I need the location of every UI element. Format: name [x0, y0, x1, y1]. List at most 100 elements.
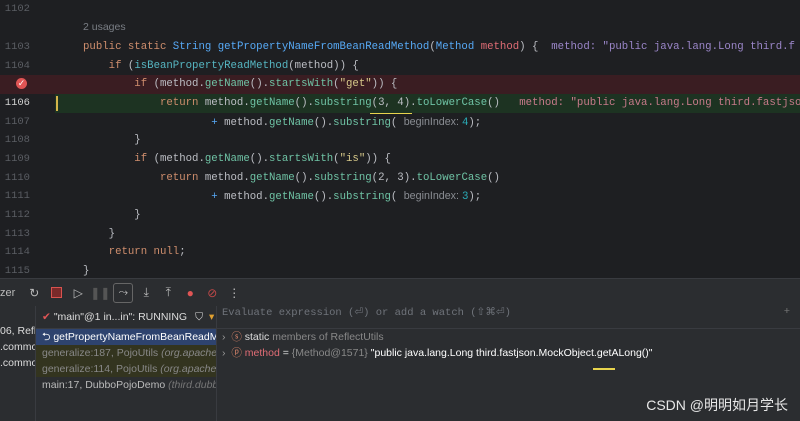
expand-icon[interactable]: ›	[222, 347, 231, 359]
debug-tab-label[interactable]: zer	[0, 287, 15, 299]
code-text: if (isBeanPropertyReadMethod(method)) {	[83, 57, 359, 76]
code-text: public static String getPropertyNameFrom…	[83, 38, 795, 57]
code-token: ().	[294, 172, 314, 184]
code-token: method	[480, 41, 520, 53]
code-token: toLowerCase	[416, 172, 488, 184]
code-token: );	[468, 191, 482, 203]
code-token: substring	[313, 97, 372, 109]
frames-list: ✔ "main"@1 in...in": RUNNING ⛉ ▾ ⮌ getPr…	[35, 306, 217, 421]
frame-item[interactable]: generalize:187, PojoUtils (org.apache	[36, 345, 216, 361]
code-text: return method.getName().substring(2, 3).…	[83, 169, 500, 188]
code-token: method.	[204, 172, 250, 184]
code-token: )) {	[371, 78, 398, 90]
code-token: method: "public java.lang.Long third.fas…	[519, 97, 800, 109]
code-token: return null	[83, 246, 180, 258]
line-number[interactable]: 1108	[0, 134, 30, 146]
stop-icon[interactable]	[47, 284, 65, 302]
code-line[interactable]: 1111 + method.getName().substring( begin…	[0, 187, 800, 206]
pause-icon[interactable]: ❚❚	[90, 284, 110, 302]
step-over-icon[interactable]: ⤳	[113, 282, 134, 303]
var-name: static	[244, 331, 270, 343]
frame-method: generalize:187, PojoUtils	[42, 347, 162, 359]
code-token: if	[83, 153, 154, 165]
line-number[interactable]: 1104	[0, 60, 30, 72]
expand-icon[interactable]: ›	[222, 331, 231, 343]
thread-selector[interactable]: ✔ "main"@1 in...in": RUNNING ⛉ ▾	[36, 306, 216, 329]
code-token: "is"	[339, 153, 366, 165]
code-token: substring	[313, 172, 372, 184]
evaluate-input[interactable]: Evaluate expression (⏎) or add a watch (…	[216, 306, 800, 329]
code-token: getName	[249, 172, 295, 184]
code-token: getName	[204, 153, 250, 165]
code-token: ()	[487, 97, 520, 109]
code-token: method: "public java.lang.Long third.f	[551, 41, 795, 53]
step-out-icon[interactable]: ⤒	[159, 284, 177, 302]
code-line[interactable]: 1113 }	[0, 225, 800, 244]
code-token: toLowerCase	[416, 97, 488, 109]
line-number[interactable]: 1114	[0, 246, 30, 258]
code-line[interactable]: 1107 + method.getName().substring( begin…	[0, 113, 800, 132]
code-token: ()	[487, 172, 500, 184]
frame-item[interactable]: main:17, DubboPojoDemo (third.dubb	[36, 377, 216, 393]
more-icon[interactable]: ⋮	[225, 284, 243, 302]
line-number[interactable]: 1111	[0, 190, 30, 202]
line-number[interactable]: 1106	[0, 97, 30, 109]
code-line[interactable]: 1108 }	[0, 131, 800, 150]
step-into-icon[interactable]: ⤓	[137, 284, 155, 302]
code-line[interactable]: 1102	[0, 0, 800, 19]
code-text: }	[83, 206, 141, 225]
frame-item-selected[interactable]: ⮌ getPropertyNameFromBeanReadMet	[36, 329, 216, 345]
variable-row-method[interactable]: › ⓟ method = {Method@1571} "public java.…	[216, 345, 800, 361]
mute-breakpoints-icon[interactable]: ⊘	[203, 284, 221, 302]
line-number[interactable]: 1110	[0, 172, 30, 184]
code-token: }	[83, 209, 141, 221]
return-icon: ⮌	[42, 331, 54, 343]
line-number[interactable]: 1113	[0, 228, 30, 240]
code-token: getPropertyNameFromBeanReadMethod	[217, 41, 430, 53]
code-token: (method)) {	[288, 60, 359, 72]
line-number[interactable]: 1115	[0, 265, 30, 277]
code-token: method.	[224, 117, 270, 129]
check-icon: ✔	[42, 311, 51, 323]
add-watch-icon[interactable]: +	[784, 306, 790, 318]
code-text: return null;	[83, 243, 186, 262]
code-token: +	[83, 191, 225, 203]
code-token: method.	[204, 97, 250, 109]
code-line[interactable]: 1110 return method.getName().substring(2…	[0, 169, 800, 188]
code-token: return	[83, 172, 205, 184]
variable-row-static[interactable]: › ⓢ static members of ReflectUtils	[216, 329, 800, 345]
code-line[interactable]: 1103 public static String getPropertyName…	[0, 38, 800, 57]
line-number[interactable]: 1102	[0, 3, 30, 15]
resume-icon[interactable]: ▷	[69, 284, 87, 302]
code-text: + method.getName().substring( beginIndex…	[83, 187, 481, 207]
code-text: if (method.getName().startsWith("is")) {	[83, 150, 391, 169]
code-line[interactable]: 1104 if (isBeanPropertyReadMethod(method…	[0, 57, 800, 76]
filter-icon[interactable]: ⛉	[195, 311, 203, 324]
code-editor[interactable]: 2 usages 1102 1103 public static String ge…	[0, 0, 800, 278]
code-line[interactable]: ✓ if (method.getName().startsWith("get")…	[0, 75, 800, 94]
code-line[interactable]: 1106 return method.getName().substring(3…	[0, 94, 800, 113]
breakpoint-icon[interactable]: ✓	[16, 78, 27, 89]
usages-hint[interactable]: 2 usages	[83, 21, 126, 33]
code-text: }	[83, 225, 115, 244]
view-breakpoints-icon[interactable]: ●	[181, 284, 199, 302]
code-token: if	[83, 60, 128, 72]
frame-item[interactable]: generalize:114, PojoUtils (org.apache	[36, 361, 216, 377]
line-number[interactable]: 1112	[0, 209, 30, 221]
code-line[interactable]: 1114 return null;	[0, 243, 800, 262]
value-underline	[593, 368, 615, 370]
code-token: beginIndex:	[403, 116, 462, 128]
code-token: (	[390, 117, 404, 129]
line-number[interactable]: 1107	[0, 116, 30, 128]
rerun-icon[interactable]: ↻	[25, 284, 43, 302]
parameter-icon: ⓟ	[231, 347, 245, 359]
code-token: +	[83, 117, 225, 129]
code-token: }	[83, 134, 141, 146]
line-number[interactable]: 1109	[0, 153, 30, 165]
dropdown-icon[interactable]: ▾	[209, 311, 214, 323]
code-line[interactable]: 1109 if (method.getName().startsWith("is…	[0, 150, 800, 169]
code-token: startsWith	[269, 153, 334, 165]
line-number[interactable]: 1103	[0, 41, 30, 53]
code-token: ().	[249, 78, 270, 90]
code-line[interactable]: 1112 }	[0, 206, 800, 225]
